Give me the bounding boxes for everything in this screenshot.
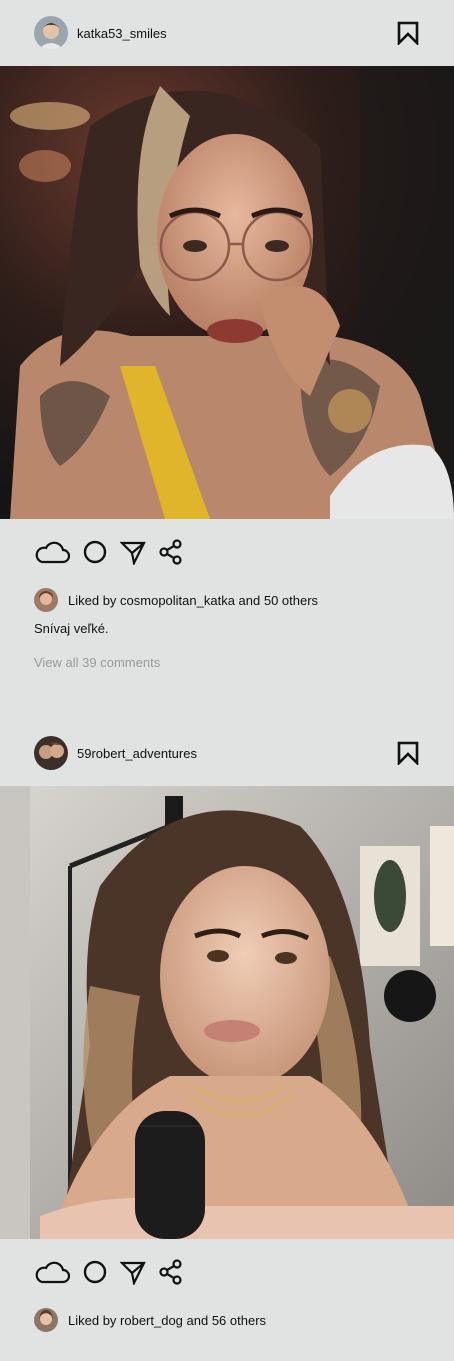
send-button[interactable] [120, 1259, 146, 1285]
likes-row: Liked by cosmopolitan_katka and 50 other… [0, 585, 454, 615]
send-icon [120, 541, 146, 565]
send-button[interactable] [120, 539, 146, 565]
bookmark-button[interactable] [396, 741, 420, 765]
liker-avatar[interactable] [34, 588, 58, 612]
share-icon [159, 539, 182, 565]
bookmark-icon [397, 21, 419, 45]
comment-button[interactable] [82, 539, 108, 565]
send-icon [120, 1261, 146, 1285]
post-header: 59robert_adventures [0, 720, 454, 786]
post-2: 59robert_adventures Liked by robert_dog … [0, 720, 454, 1335]
share-button[interactable] [158, 539, 184, 565]
view-comments-link[interactable]: View all 39 comments [0, 643, 454, 683]
like-button[interactable] [34, 540, 70, 564]
cloud-icon [35, 1261, 70, 1284]
bookmark-button[interactable] [396, 21, 420, 45]
post-photo[interactable] [0, 786, 454, 1239]
bookmark-icon [397, 741, 419, 765]
circle-icon [83, 540, 107, 564]
post-photo[interactable] [0, 66, 454, 519]
likes-row: Liked by robert_dog and 56 others [0, 1305, 454, 1335]
share-button[interactable] [158, 1259, 184, 1285]
username[interactable]: katka53_smiles [77, 26, 167, 41]
likes-text[interactable]: Liked by robert_dog and 56 others [68, 1313, 266, 1328]
cloud-icon [35, 541, 70, 564]
liker-avatar[interactable] [34, 1308, 58, 1332]
post-actions [0, 1239, 454, 1305]
avatar[interactable] [34, 736, 68, 770]
like-button[interactable] [34, 1260, 70, 1284]
post-actions [0, 519, 454, 585]
username[interactable]: 59robert_adventures [77, 746, 197, 761]
post-1: katka53_smiles Liked by cosmopolitan_kat… [0, 0, 454, 720]
comment-button[interactable] [82, 1259, 108, 1285]
circle-icon [83, 1260, 107, 1284]
avatar[interactable] [34, 16, 68, 50]
likes-text[interactable]: Liked by cosmopolitan_katka and 50 other… [68, 593, 318, 608]
share-icon [159, 1259, 182, 1285]
caption: Snívaj veľké. [34, 621, 109, 636]
post-header: katka53_smiles [0, 0, 454, 66]
